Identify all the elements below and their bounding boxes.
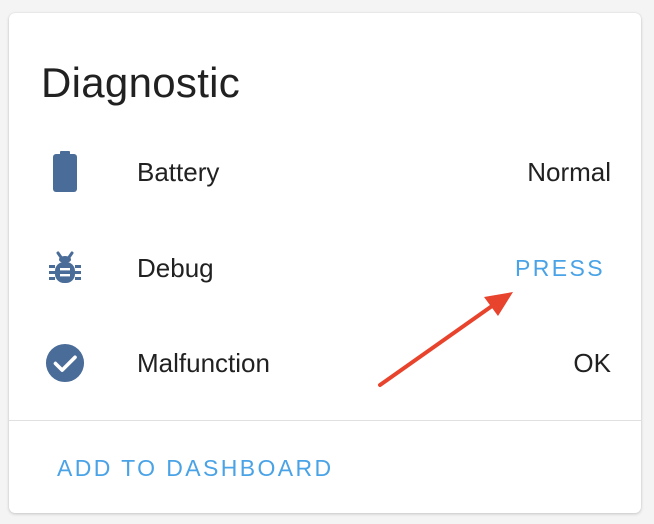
malfunction-status-value: OK — [573, 348, 611, 378]
row-debug: Debug PRESS — [9, 236, 641, 300]
debug-press-button[interactable]: PRESS — [515, 252, 605, 284]
card-divider — [9, 420, 641, 421]
row-battery: Battery Normal — [9, 140, 641, 204]
row-label-debug: Debug — [137, 253, 214, 283]
row-label-malfunction: Malfunction — [137, 348, 270, 378]
card-title: Diagnostic — [41, 59, 241, 106]
battery-icon — [45, 150, 85, 194]
bug-icon — [45, 246, 85, 290]
add-to-dashboard-button[interactable]: ADD TO DASHBOARD — [57, 452, 334, 484]
check-circle-icon — [45, 341, 85, 385]
row-label-battery: Battery — [137, 157, 220, 187]
diagnostic-card: Diagnostic Battery Normal Debug PRESS Ma… — [9, 13, 641, 513]
row-malfunction: Malfunction OK — [9, 331, 641, 395]
battery-status-value: Normal — [527, 157, 611, 187]
